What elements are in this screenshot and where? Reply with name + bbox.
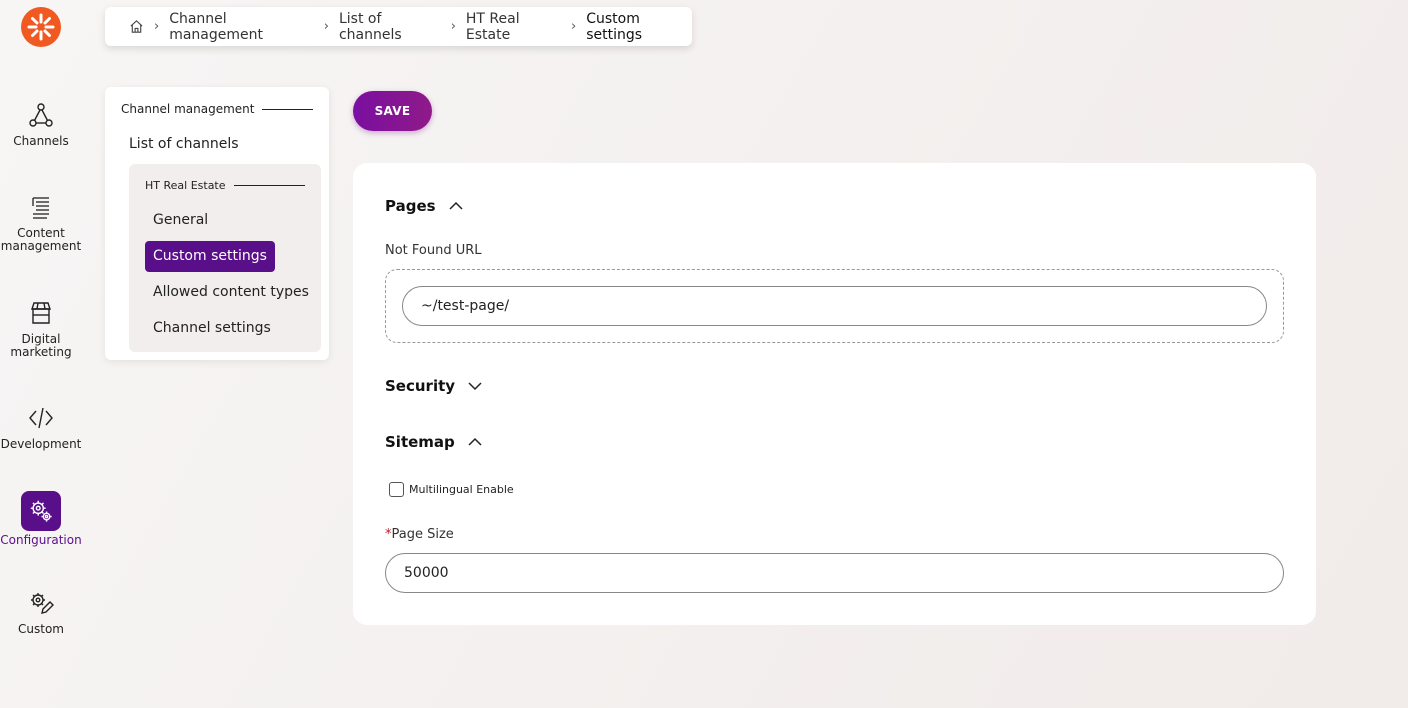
subnav-item-general[interactable]: General: [145, 205, 216, 236]
rail-item-label: Channels: [13, 134, 69, 148]
chevron-right-icon: ›: [154, 19, 160, 34]
subnav-item-allowed-content-types[interactable]: Allowed content types: [145, 277, 317, 308]
page-size-label-text: Page Size: [391, 527, 454, 542]
subnav-list-of-channels[interactable]: List of channels: [129, 136, 239, 152]
subnav-group-title: Channel management: [121, 102, 313, 116]
custom-icon: [27, 589, 55, 617]
channel-subnav: Channel management List of channels HT R…: [105, 87, 329, 360]
chevron-right-icon: ›: [323, 19, 329, 34]
sitemap-section-toggle[interactable]: Sitemap: [385, 433, 483, 451]
content-management-icon: [27, 193, 55, 221]
not-found-url-label: Not Found URL: [385, 243, 482, 258]
rail-item-label: Development: [0, 437, 82, 451]
not-found-url-dropzone: [385, 269, 1284, 343]
sitemap-section-title: Sitemap: [385, 433, 455, 451]
security-section-title: Security: [385, 377, 456, 395]
subnav-channel-title: HT Real Estate: [145, 179, 305, 192]
rail-item-channels[interactable]: Channels: [0, 101, 82, 148]
breadcrumb-item-list-of-channels[interactable]: List of channels: [339, 11, 441, 43]
code-icon: [27, 404, 55, 432]
subnav-channel-group: HT Real Estate General Custom settings A…: [129, 164, 321, 352]
rail-item-custom[interactable]: Custom: [0, 589, 82, 636]
rail-item-content-management[interactable]: Content management: [0, 193, 82, 253]
gears-icon: [21, 491, 61, 531]
multilingual-enable-row[interactable]: Multilingual Enable: [389, 482, 514, 497]
page-size-input[interactable]: [385, 553, 1284, 593]
rail-item-label: Configuration: [0, 533, 82, 547]
divider: [262, 108, 313, 110]
pages-section-toggle[interactable]: Pages: [385, 197, 464, 215]
custom-settings-form: Pages Not Found URL Security Sitemap Mul…: [353, 163, 1316, 625]
divider: [233, 185, 305, 186]
rail-item-label: Digital marketing: [10, 332, 72, 359]
breadcrumb-item-ht-real-estate[interactable]: HT Real Estate: [466, 11, 561, 43]
page-size-label: *Page Size: [385, 527, 454, 542]
subnav-group-title-text: Channel management: [121, 102, 255, 116]
kentico-logo[interactable]: [21, 7, 61, 47]
main-nav-rail: Channels Content management Digital mark…: [0, 0, 82, 708]
rail-item-configuration[interactable]: Configuration: [0, 491, 82, 547]
multilingual-enable-checkbox[interactable]: [389, 482, 404, 497]
multilingual-enable-label: Multilingual Enable: [409, 483, 514, 496]
chevron-up-icon: [448, 201, 464, 211]
rail-item-digital-marketing[interactable]: Digital marketing: [0, 299, 82, 359]
save-button[interactable]: SAVE: [353, 91, 432, 131]
breadcrumb-item-current: Custom settings: [586, 10, 643, 43]
chevron-up-icon: [467, 437, 483, 447]
subnav-item-channel-settings[interactable]: Channel settings: [145, 313, 279, 344]
chevron-right-icon: ›: [571, 19, 577, 34]
channels-icon: [27, 101, 55, 129]
breadcrumb-item-channel-management[interactable]: Channel management: [169, 11, 314, 43]
security-section-toggle[interactable]: Security: [385, 377, 483, 395]
chevron-right-icon: ›: [450, 19, 456, 34]
breadcrumb: › Channel management › List of channels …: [105, 7, 692, 46]
not-found-url-input[interactable]: [402, 286, 1267, 326]
subnav-channel-title-text: HT Real Estate: [145, 179, 226, 192]
rail-item-label: Content management: [0, 226, 82, 253]
rail-item-development[interactable]: Development: [0, 404, 82, 451]
storefront-icon: [27, 299, 55, 327]
rail-item-label: Custom: [18, 622, 64, 636]
chevron-down-icon: [467, 381, 483, 391]
home-icon[interactable]: [129, 19, 144, 34]
logo-asterisk-icon: [27, 13, 55, 41]
subnav-item-custom-settings[interactable]: Custom settings: [145, 241, 275, 272]
pages-section-title: Pages: [385, 197, 436, 215]
